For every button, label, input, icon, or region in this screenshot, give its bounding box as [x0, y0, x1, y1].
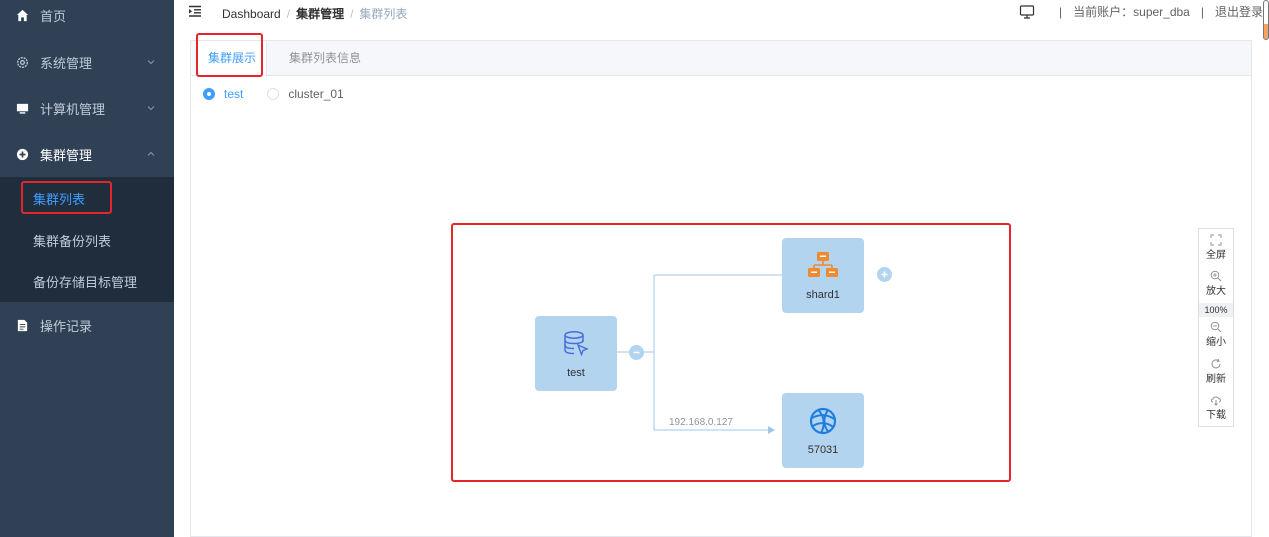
tab-cluster-display[interactable]: 集群展示: [198, 41, 268, 77]
tool-label: 刷新: [1206, 374, 1226, 385]
minus-icon: [633, 351, 640, 354]
submenu-label: 备份存储目标管理: [33, 274, 138, 290]
menu-item-system[interactable]: 系统管理: [0, 39, 174, 85]
menu-label: 计算机管理: [40, 101, 106, 117]
menu-fold-icon[interactable]: [188, 4, 202, 18]
tabs-header: 集群展示 集群列表信息: [191, 41, 1251, 77]
divider: |: [1200, 4, 1204, 19]
shard-node[interactable]: shard1: [782, 238, 864, 313]
menu-label: 首页: [40, 8, 67, 24]
scrollbar-thumb[interactable]: [1263, 0, 1269, 40]
chevron-up-icon: [147, 151, 155, 156]
zoom-out-button[interactable]: 缩小: [1199, 321, 1233, 348]
breadcrumb: Dashboard / 集群管理 / 集群列表: [222, 5, 407, 22]
expand-node-button[interactable]: [877, 267, 892, 282]
breadcrumb-dashboard[interactable]: Dashboard: [222, 7, 281, 21]
submenu-item-cluster-backup[interactable]: 集群备份列表: [0, 219, 174, 261]
sidebar: 首页 系统管理 计算机管理 集群管理 集群列表 集群备份列表 备份存储目标管理: [0, 0, 174, 537]
divider: |: [1059, 4, 1063, 19]
tool-label: 放大: [1206, 286, 1226, 297]
breadcrumb-cluster-mgmt[interactable]: 集群管理: [296, 7, 344, 21]
tool-label: 下载: [1206, 410, 1226, 421]
radio-cluster-01[interactable]: cluster_01: [267, 87, 344, 101]
node-label: shard1: [806, 289, 840, 301]
tool-label: 缩小: [1206, 337, 1226, 348]
menu-label: 操作记录: [40, 318, 93, 334]
home-icon: [15, 8, 29, 22]
right-menu: | 当前账户：super_dba | 退出登录: [1019, 3, 1263, 20]
plus-icon: [881, 271, 888, 278]
submenu-label: 集群备份列表: [33, 233, 112, 249]
comp-node[interactable]: 57031: [782, 393, 864, 468]
cluster-radio-group: test cluster_01: [203, 87, 368, 101]
chevron-down-icon: [147, 106, 155, 111]
tool-label: 全屏: [1206, 250, 1226, 261]
chevron-down-icon: [147, 60, 155, 65]
menu-item-cluster[interactable]: 集群管理: [0, 131, 174, 177]
navbar: Dashboard / 集群管理 / 集群列表 | 当前账户：super_dba | 退…: [174, 0, 1269, 40]
fullscreen-icon: [1210, 234, 1222, 246]
menu-label: 系统管理: [40, 55, 93, 71]
menu-item-home[interactable]: 首页: [0, 0, 174, 38]
cloud-download-icon: [1210, 396, 1221, 406]
account-label: 当前账户：super_dba: [1073, 5, 1190, 19]
zoom-out-icon: [1210, 321, 1222, 333]
refresh-button[interactable]: 刷新: [1199, 358, 1233, 385]
radio-cluster-test[interactable]: test: [203, 87, 243, 101]
node-label: 57031: [807, 444, 839, 456]
plus-circle-icon: [15, 147, 29, 161]
radio-label: test: [224, 87, 244, 101]
main-card: 集群展示 集群列表信息 test cluster_01: [190, 40, 1252, 537]
node-label: test: [567, 367, 585, 379]
breadcrumb-current: 集群列表: [359, 7, 408, 21]
submenu-label: 集群列表: [33, 191, 86, 207]
gear-icon: [15, 55, 29, 69]
download-button[interactable]: 下载: [1199, 394, 1233, 421]
tab-cluster-list-info[interactable]: 集群列表信息: [279, 41, 371, 76]
submenu-item-backup-storage[interactable]: 备份存储目标管理: [0, 260, 174, 302]
document-icon: [15, 318, 29, 332]
monitor-icon: [15, 101, 29, 115]
radio-dot: [203, 88, 215, 100]
zoom-in-button[interactable]: 放大: [1199, 270, 1233, 297]
breadcrumb-separator: /: [286, 7, 291, 21]
screen-icon[interactable]: [1019, 4, 1035, 20]
edge-label-ip: 192.168.0.127: [669, 417, 733, 428]
logout-button[interactable]: 退出登录: [1215, 3, 1263, 20]
zoom-level: 100%: [1199, 303, 1233, 317]
fullscreen-button[interactable]: 全屏: [1199, 234, 1233, 261]
globe-icon: [809, 407, 837, 435]
zoom-in-icon: [1210, 270, 1222, 282]
collapse-node-button[interactable]: [629, 345, 644, 360]
network-icon: [808, 252, 838, 277]
refresh-icon: [1211, 358, 1221, 369]
breadcrumb-separator: /: [350, 7, 354, 21]
cluster-node[interactable]: test: [535, 316, 617, 391]
menu-item-computer[interactable]: 计算机管理: [0, 85, 174, 131]
radio-dot: [267, 88, 280, 100]
submenu-item-cluster-list[interactable]: 集群列表: [0, 177, 174, 219]
menu-item-operation-log[interactable]: 操作记录: [0, 302, 174, 348]
graph-toolbar: 全屏 放大 100% 缩小 刷新 下载: [1198, 228, 1234, 427]
database-icon: [564, 331, 589, 357]
menu-label: 集群管理: [40, 147, 93, 163]
radio-label: cluster_01: [288, 87, 344, 101]
